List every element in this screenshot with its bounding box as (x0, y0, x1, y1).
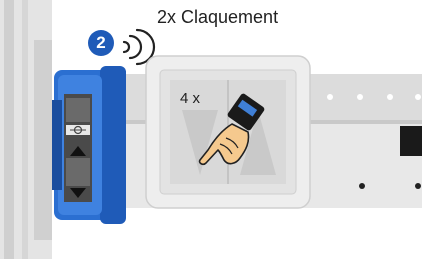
wall-bracket (0, 0, 52, 259)
tubular-motor-end-icon (52, 66, 126, 224)
action-label: 2x Claquement (157, 7, 279, 27)
step-number-badge: 2 (88, 30, 114, 56)
press-count-label: 4 x (180, 90, 201, 107)
installation-diagram: 2 2x Claquement 4 x (0, 0, 422, 259)
diagram-canvas (0, 0, 422, 259)
